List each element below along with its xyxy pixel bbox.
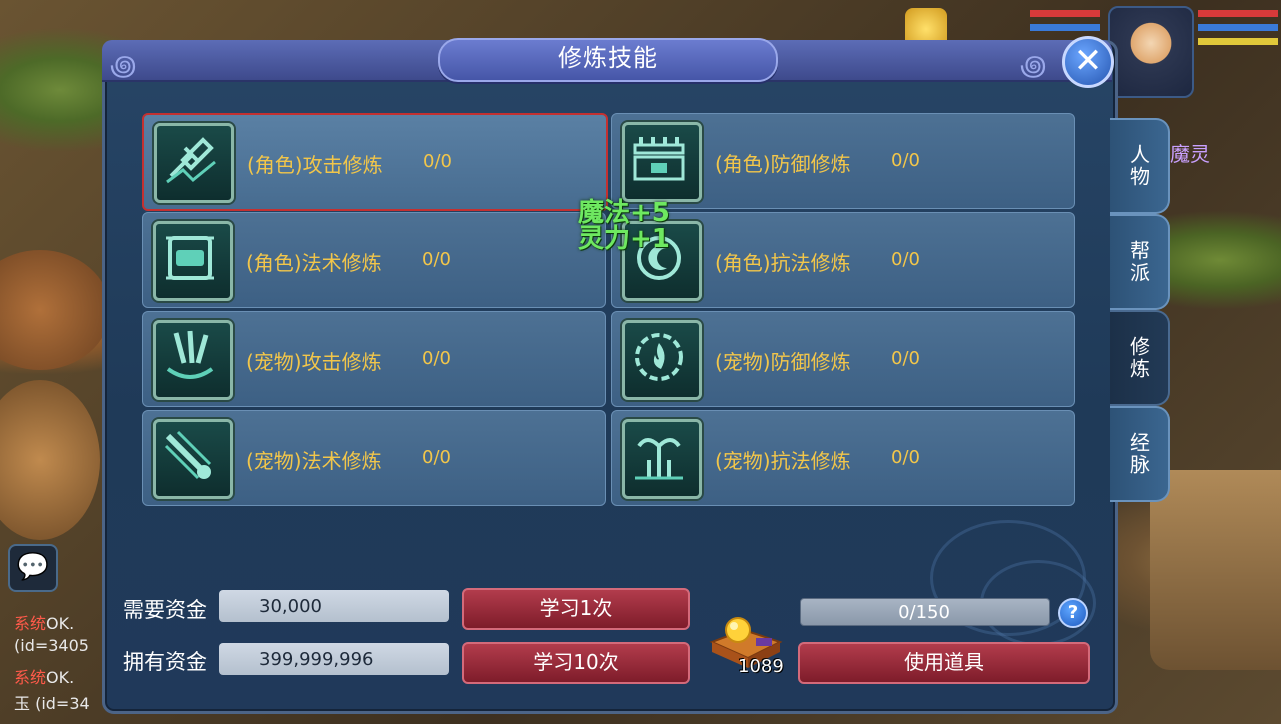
skill-card-char-defense[interactable]: (角色)防御修炼 0/0 <box>611 113 1075 209</box>
npc-name-label: 魔灵 <box>1170 142 1210 166</box>
window-title: 修炼技能 <box>558 44 658 72</box>
fountain-icon <box>622 419 702 499</box>
required-funds-label: 需要资金 <box>123 598 207 622</box>
sword-icon <box>154 123 234 203</box>
floating-stat-text: 魔法+5 灵力+1 <box>578 198 670 254</box>
chat-line: (id=3405 <box>14 636 89 655</box>
required-funds-value: 30,000 <box>219 590 449 622</box>
item-count: 1089 <box>738 656 784 677</box>
tab-guild[interactable]: 帮派 <box>1110 214 1170 310</box>
building-tower <box>0 380 100 540</box>
skill-card-pet-defense[interactable]: (宠物)防御修炼 0/0 <box>611 311 1075 407</box>
tab-cultivation[interactable]: 修炼 <box>1110 310 1170 406</box>
chat-line: 系统OK. <box>14 614 75 633</box>
progress-text: 0/150 <box>898 602 950 623</box>
skill-card-pet-magic[interactable]: (宠物)法术修炼 0/0 <box>142 410 606 506</box>
skill-card-pet-attack[interactable]: (宠物)攻击修炼 0/0 <box>142 311 606 407</box>
chat-bubble-icon: 💬 <box>16 552 50 582</box>
skill-card-char-attack[interactable]: (角色)攻击修炼 0/0 <box>142 113 608 211</box>
swirl-left-icon: ꩜ <box>110 49 137 82</box>
learn-once-button[interactable]: 学习1次 <box>462 588 690 630</box>
close-button[interactable]: ✕ <box>1062 36 1114 88</box>
help-button[interactable]: ? <box>1058 598 1088 628</box>
close-icon: ✕ <box>1073 41 1103 81</box>
player-hp-bar <box>1198 10 1278 17</box>
skill-card-char-resist[interactable]: (角色)抗法修炼 0/0 <box>611 212 1075 308</box>
player-mp-bar <box>1198 24 1278 31</box>
pet-mp-bar <box>1030 24 1100 31</box>
tab-meridians[interactable]: 经脉 <box>1110 406 1170 502</box>
flame-ring-icon <box>622 320 702 400</box>
scroll-icon <box>153 221 233 301</box>
building-dome <box>0 250 110 370</box>
owned-funds-label: 拥有资金 <box>123 650 207 674</box>
chat-line: 系统OK. <box>14 668 75 687</box>
wall-icon <box>622 122 702 202</box>
skill-card-char-magic[interactable]: (角色)法术修炼 0/0 <box>142 212 606 308</box>
chat-button[interactable]: 💬 <box>8 544 58 592</box>
tab-character[interactable]: 人物 <box>1110 118 1170 214</box>
pet-hp-bar <box>1030 10 1100 17</box>
player-avatar[interactable] <box>1108 6 1194 98</box>
player-sp-bar <box>1198 38 1278 45</box>
swirl-right-icon: ꩜ <box>1020 49 1047 82</box>
owned-funds-value: 399,999,996 <box>219 643 449 675</box>
claw-icon <box>153 320 233 400</box>
skill-card-pet-resist[interactable]: (宠物)抗法修炼 0/0 <box>611 410 1075 506</box>
use-item-button[interactable]: 使用道具 <box>798 642 1090 684</box>
comet-icon <box>153 419 233 499</box>
chat-line: 玉 (id=34 <box>14 694 90 713</box>
building-wall <box>1150 470 1281 670</box>
learn-ten-button[interactable]: 学习10次 <box>462 642 690 684</box>
